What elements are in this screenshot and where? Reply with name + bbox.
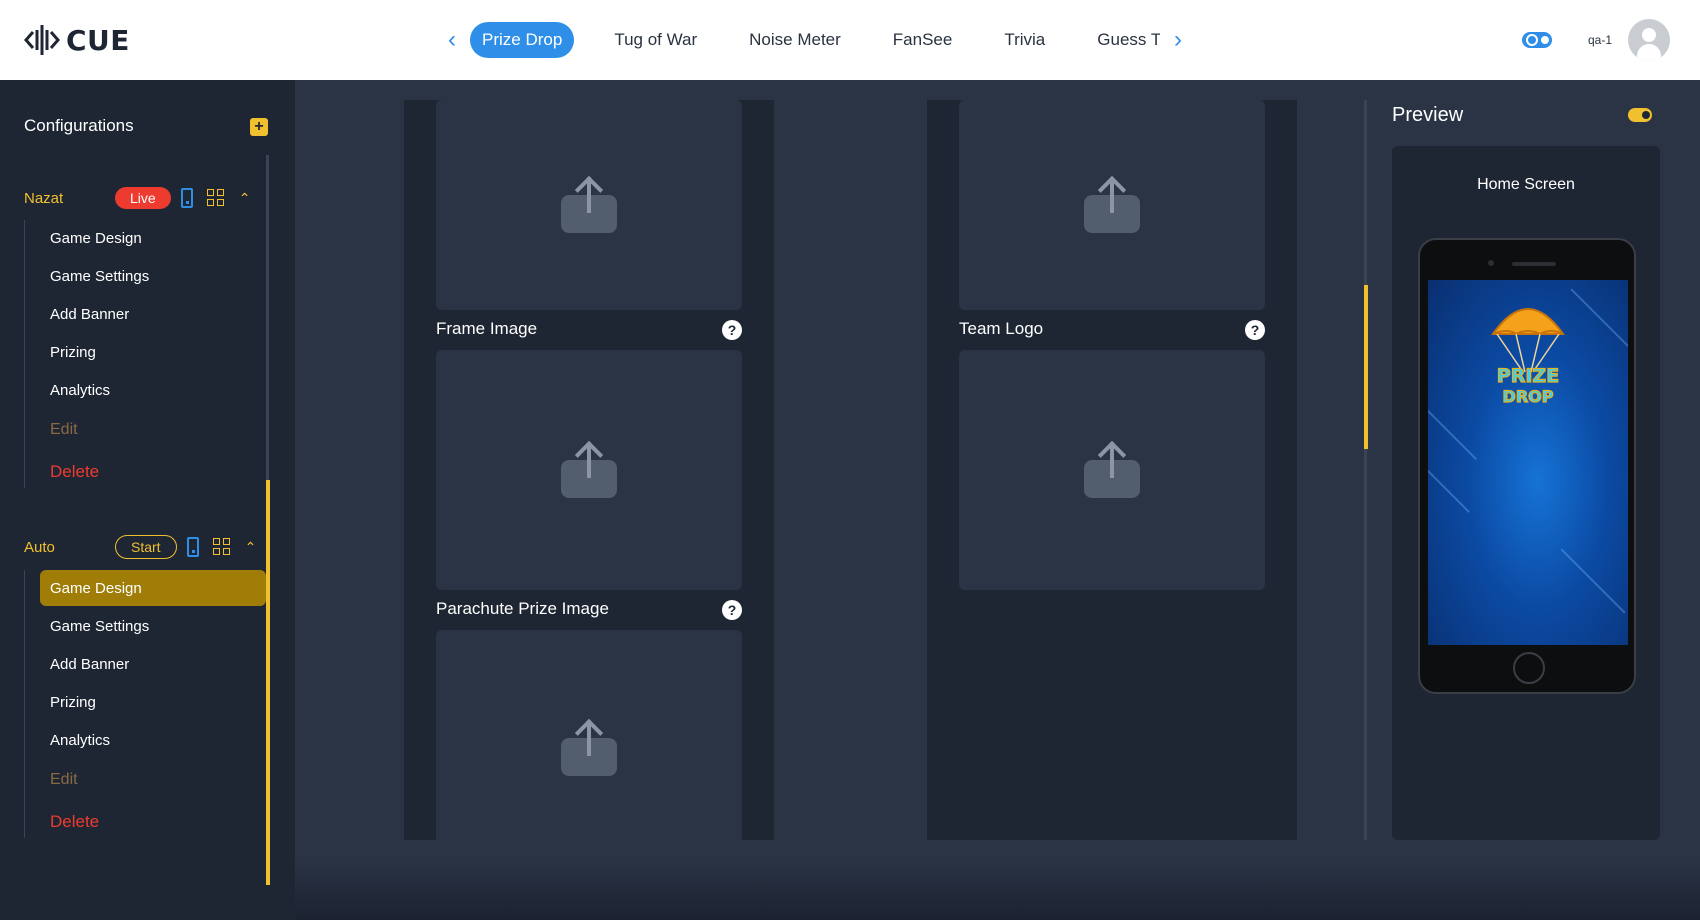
menu-guide-line: [24, 220, 25, 488]
config-group-auto: Auto Start ⌃: [24, 535, 264, 559]
upload-icon: [561, 440, 617, 498]
plus-icon[interactable]: +: [250, 118, 268, 136]
sidebar-scrollbar-thumb[interactable]: [266, 480, 270, 885]
phone-camera: [1488, 260, 1494, 266]
tab-trivia[interactable]: Trivia: [992, 22, 1057, 58]
phone-mockup: PRIZE DROP: [1418, 238, 1636, 694]
upload-dropzone-frame-image[interactable]: [436, 350, 742, 590]
menu-analytics[interactable]: Analytics: [40, 722, 266, 758]
main-scrollbar-thumb[interactable]: [1364, 285, 1368, 449]
preview-panel: Home Screen PRIZE DROP: [1392, 146, 1660, 840]
menu-delete[interactable]: Delete: [40, 804, 266, 840]
menu-game-settings[interactable]: Game Settings: [40, 608, 266, 644]
phone-icon[interactable]: [186, 537, 199, 557]
help-icon[interactable]: ?: [722, 320, 742, 340]
field-label-frame-image: Frame Image: [436, 319, 538, 338]
tabs-track: Prize Drop Tug of War Noise Meter FanSee…: [470, 20, 1160, 60]
main-scrollbar[interactable]: [1364, 100, 1367, 840]
screen-label: Home Screen: [1477, 176, 1575, 193]
phone-screen: PRIZE DROP: [1428, 280, 1628, 645]
theme-toggle-icon[interactable]: [1521, 32, 1552, 48]
group-name[interactable]: Nazat: [24, 190, 115, 207]
prize-drop-logo: PRIZE DROP: [1491, 308, 1565, 407]
help-icon[interactable]: ?: [722, 600, 742, 620]
toggle-knob: [1540, 36, 1549, 44]
chevron-left-icon[interactable]: ‹: [434, 20, 470, 60]
logo-soundwave-icon: [24, 25, 60, 55]
phone-home-button: [1513, 652, 1545, 684]
avatar-icon[interactable]: [1628, 19, 1670, 61]
menu-guide-line: [24, 570, 25, 838]
help-icon[interactable]: ?: [1245, 320, 1265, 340]
upload-column-right: Team Logo ?: [927, 100, 1297, 840]
brand-logo[interactable]: CUE: [24, 20, 130, 60]
main-footer-shade: [295, 860, 1700, 920]
avatar-body: [1637, 44, 1661, 61]
upload-column-left: Frame Image ? Parachute Prize Image ?: [404, 100, 774, 840]
menu-delete[interactable]: Delete: [40, 454, 266, 490]
menu-add-banner[interactable]: Add Banner: [40, 296, 266, 332]
menu-analytics[interactable]: Analytics: [40, 372, 266, 408]
tab-guess-the-score[interactable]: Guess The Sco: [1085, 22, 1160, 58]
sidebar-title: Configurations: [24, 116, 134, 135]
qr-code-icon[interactable]: [206, 189, 225, 207]
light-streak: [1428, 469, 1470, 513]
logo-text: CUE: [66, 23, 130, 57]
upload-icon: [1084, 175, 1140, 233]
sidebar: Configurations + Nazat Live ⌃ Game Desig…: [0, 80, 295, 920]
preview-title: Preview: [1392, 104, 1464, 126]
start-button[interactable]: Start: [115, 535, 177, 559]
phone-icon[interactable]: [180, 188, 193, 208]
config-group-nazat: Nazat Live ⌃: [24, 186, 264, 210]
upload-dropzone-team-logo[interactable]: [959, 350, 1265, 590]
upload-icon: [561, 175, 617, 233]
light-streak: [1560, 548, 1626, 614]
menu-prizing[interactable]: Prizing: [40, 334, 266, 370]
chevron-right-icon[interactable]: ›: [1160, 20, 1196, 60]
menu-edit[interactable]: Edit: [40, 412, 266, 448]
menu-game-design[interactable]: Game Design: [40, 220, 266, 256]
phone-speaker: [1512, 262, 1556, 266]
menu-add-banner[interactable]: Add Banner: [40, 646, 266, 682]
upload-icon: [561, 718, 617, 776]
tab-prize-drop[interactable]: Prize Drop: [470, 22, 575, 58]
qr-code-icon[interactable]: [212, 538, 231, 556]
toggle-icon[interactable]: [1628, 108, 1652, 122]
tab-noise-meter[interactable]: Noise Meter: [737, 22, 853, 58]
light-streak: [1428, 402, 1477, 460]
avatar-head: [1642, 28, 1656, 42]
upload-icon: [1084, 440, 1140, 498]
field-label-team-logo: Team Logo: [959, 319, 1044, 338]
tab-tug-of-war[interactable]: Tug of War: [602, 22, 709, 58]
chevron-up-icon[interactable]: ⌃: [239, 190, 251, 207]
logo-word-drop: DROP: [1503, 387, 1554, 406]
username: qa-1: [1587, 33, 1612, 47]
toggle-knob: [1642, 111, 1650, 119]
group-name[interactable]: Auto: [24, 539, 115, 556]
upload-dropzone-parachute-prize-image[interactable]: [436, 630, 742, 840]
light-streak: [1570, 288, 1628, 354]
sun-icon: [1525, 34, 1538, 46]
upload-dropzone-top[interactable]: [959, 100, 1265, 310]
upload-dropzone-top[interactable]: [436, 100, 742, 310]
logo-word-prize: PRIZE: [1497, 365, 1559, 387]
game-tabs: ‹ Prize Drop Tug of War Noise Meter FanS…: [434, 20, 1204, 60]
tab-fansee[interactable]: FanSee: [881, 22, 965, 58]
menu-game-settings[interactable]: Game Settings: [40, 258, 266, 294]
menu-prizing[interactable]: Prizing: [40, 684, 266, 720]
menu-game-design-active[interactable]: Game Design: [40, 570, 266, 606]
header-right: qa-1: [1521, 18, 1670, 62]
field-label-parachute-prize-image: Parachute Prize Image: [436, 599, 609, 618]
top-header: CUE ‹ Prize Drop Tug of War Noise Meter …: [0, 0, 1700, 80]
menu-edit[interactable]: Edit: [40, 762, 266, 798]
status-badge-live[interactable]: Live: [115, 187, 171, 209]
chevron-up-icon[interactable]: ⌃: [245, 539, 257, 556]
